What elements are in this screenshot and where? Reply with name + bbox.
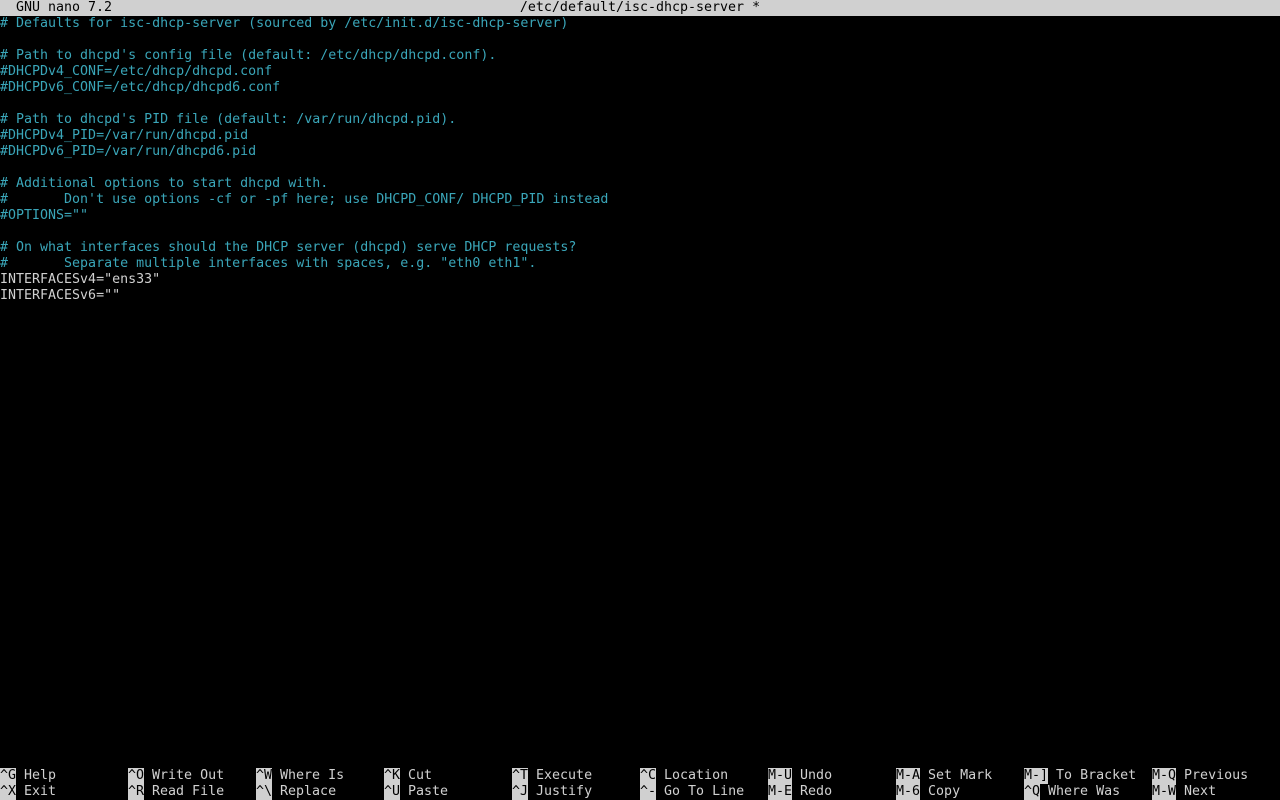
shortcut-label: Where Was xyxy=(1048,784,1121,799)
shortcut-key: ^C xyxy=(640,768,657,784)
shortcut-key: M-6 xyxy=(896,784,921,800)
code-line[interactable]: #DHCPDv4_CONF=/etc/dhcp/dhcpd.conf xyxy=(0,64,1280,80)
code-line[interactable]: #DHCPDv6_PID=/var/run/dhcpd6.pid xyxy=(0,144,1280,160)
code-line[interactable]: # Separate multiple interfaces with spac… xyxy=(0,256,1280,272)
shortcut-exit[interactable]: ^X Exit xyxy=(0,784,56,800)
shortcut-location[interactable]: ^C Location xyxy=(640,768,728,784)
shortcut-label: Where Is xyxy=(280,768,345,783)
shortcut-key: M-Q xyxy=(1152,768,1177,784)
shortcut-label: Help xyxy=(24,768,57,783)
shortcut-label: Replace xyxy=(280,784,337,799)
shortcut-set-mark[interactable]: M-A Set Mark xyxy=(896,768,992,784)
shortcut-label: Redo xyxy=(800,784,833,799)
shortcut-bar: ^G Help ^O Write Out ^W Where Is ^K Cut … xyxy=(0,768,1280,800)
shortcut-label: Justify xyxy=(536,784,593,799)
shortcut-go-to-line[interactable]: ^- Go To Line xyxy=(640,784,744,800)
shortcut-label: Next xyxy=(1184,784,1217,799)
shortcut-label: Go To Line xyxy=(664,784,745,799)
code-line[interactable]: # Path to dhcpd's config file (default: … xyxy=(0,48,1280,64)
shortcut-key: M-W xyxy=(1152,784,1177,800)
shortcut-next[interactable]: M-W Next xyxy=(1152,784,1216,800)
shortcut-label: Exit xyxy=(24,784,57,799)
shortcut-key: ^T xyxy=(512,768,529,784)
shortcut-label: To Bracket xyxy=(1056,768,1137,783)
code-line[interactable] xyxy=(0,32,1280,48)
shortcut-label: Read File xyxy=(152,784,225,799)
shortcut-key: M-] xyxy=(1024,768,1049,784)
editor-area[interactable]: # Defaults for isc-dhcp-server (sourced … xyxy=(0,16,1280,760)
code-line[interactable]: # On what interfaces should the DHCP ser… xyxy=(0,240,1280,256)
code-line[interactable] xyxy=(0,96,1280,112)
code-line[interactable]: # Defaults for isc-dhcp-server (sourced … xyxy=(0,16,1280,32)
code-line[interactable]: INTERFACESv6="" xyxy=(0,288,1280,304)
code-line[interactable] xyxy=(0,224,1280,240)
code-line[interactable]: #OPTIONS="" xyxy=(0,208,1280,224)
shortcut-execute[interactable]: ^T Execute xyxy=(512,768,592,784)
code-line[interactable]: #DHCPDv6_CONF=/etc/dhcp/dhcpd6.conf xyxy=(0,80,1280,96)
shortcut-key: ^- xyxy=(640,784,657,800)
title-bar: GNU nano 7.2 /etc/default/isc-dhcp-serve… xyxy=(0,0,1280,16)
shortcut-label: Copy xyxy=(928,784,961,799)
shortcut-label: Execute xyxy=(536,768,593,783)
code-line[interactable]: # Additional options to start dhcpd with… xyxy=(0,176,1280,192)
shortcut-key: ^X xyxy=(0,784,17,800)
shortcut-label: Cut xyxy=(408,768,433,783)
shortcut-key: ^\ xyxy=(256,784,273,800)
shortcut-label: Set Mark xyxy=(928,768,993,783)
shortcut-undo[interactable]: M-U Undo xyxy=(768,768,832,784)
shortcut-previous[interactable]: M-Q Previous xyxy=(1152,768,1248,784)
shortcut-key: M-U xyxy=(768,768,793,784)
shortcut-key: ^O xyxy=(128,768,145,784)
shortcut-label: Paste xyxy=(408,784,449,799)
shortcut-label: Write Out xyxy=(152,768,225,783)
shortcut-key: ^W xyxy=(256,768,273,784)
shortcut-write-out[interactable]: ^O Write Out xyxy=(128,768,224,784)
shortcut-key: ^K xyxy=(384,768,401,784)
shortcut-copy[interactable]: M-6 Copy xyxy=(896,784,960,800)
shortcut-read-file[interactable]: ^R Read File xyxy=(128,784,224,800)
shortcut-key: M-A xyxy=(896,768,921,784)
shortcut-replace[interactable]: ^\ Replace xyxy=(256,784,336,800)
code-line[interactable]: #DHCPDv4_PID=/var/run/dhcpd.pid xyxy=(0,128,1280,144)
code-line[interactable]: # Path to dhcpd's PID file (default: /va… xyxy=(0,112,1280,128)
shortcut-help[interactable]: ^G Help xyxy=(0,768,56,784)
shortcut-cut[interactable]: ^K Cut xyxy=(384,768,432,784)
code-line[interactable]: INTERFACESv4="ens33" xyxy=(0,272,1280,288)
shortcut-key: ^R xyxy=(128,784,145,800)
code-line[interactable] xyxy=(0,160,1280,176)
file-path: /etc/default/isc-dhcp-server * xyxy=(519,0,761,15)
code-line[interactable]: # Don't use options -cf or -pf here; use… xyxy=(0,192,1280,208)
shortcut-key: ^J xyxy=(512,784,529,800)
shortcut-label: Undo xyxy=(800,768,833,783)
shortcut-key: ^G xyxy=(0,768,17,784)
shortcut-justify[interactable]: ^J Justify xyxy=(512,784,592,800)
shortcut-where-was[interactable]: ^Q Where Was xyxy=(1024,784,1120,800)
shortcut-to-bracket[interactable]: M-] To Bracket xyxy=(1024,768,1136,784)
shortcut-redo[interactable]: M-E Redo xyxy=(768,784,832,800)
shortcut-key: M-E xyxy=(768,784,793,800)
shortcut-label: Location xyxy=(664,768,729,783)
shortcut-where-is[interactable]: ^W Where Is xyxy=(256,768,344,784)
shortcut-paste[interactable]: ^U Paste xyxy=(384,784,448,800)
shortcut-label: Previous xyxy=(1184,768,1249,783)
shortcut-key: ^U xyxy=(384,784,401,800)
shortcut-key: ^Q xyxy=(1024,784,1041,800)
